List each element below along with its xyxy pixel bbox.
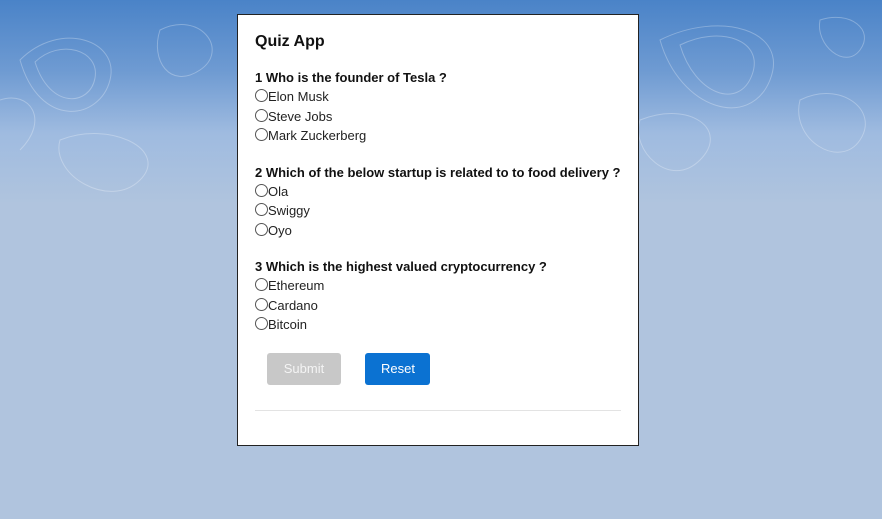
option-label: Ola bbox=[268, 183, 289, 199]
option-bitcoin[interactable]: Bitcoin bbox=[255, 315, 621, 335]
option-label: Cardano bbox=[268, 297, 318, 313]
radio-button[interactable] bbox=[255, 89, 268, 103]
radio-button[interactable] bbox=[255, 183, 268, 197]
option-ethereum[interactable]: Ethereum bbox=[255, 276, 621, 296]
option-steve-jobs[interactable]: Steve Jobs bbox=[255, 107, 621, 127]
radio-button[interactable] bbox=[255, 297, 268, 311]
radio-button[interactable] bbox=[255, 278, 268, 292]
page-title: Quiz App bbox=[255, 33, 325, 50]
divider bbox=[255, 410, 621, 411]
option-mark-zuckerberg[interactable]: Mark Zuckerberg bbox=[255, 126, 621, 146]
option-swiggy[interactable]: Swiggy bbox=[255, 201, 621, 221]
question-1: 1 Who is the founder of Tesla ? Elon Mus… bbox=[255, 69, 621, 146]
question-text: 2 Which of the below startup is related … bbox=[255, 164, 621, 180]
radio-button[interactable] bbox=[255, 108, 268, 122]
option-label: Elon Musk bbox=[268, 89, 329, 105]
option-ola[interactable]: Ola bbox=[255, 182, 621, 202]
reset-button[interactable]: Reset bbox=[365, 352, 430, 385]
option-elon-musk[interactable]: Elon Musk bbox=[255, 87, 621, 107]
action-bar: Submit Reset bbox=[255, 352, 621, 385]
option-label: Ethereum bbox=[268, 278, 325, 294]
radio-button[interactable] bbox=[255, 128, 268, 142]
question-text: 1 Who is the founder of Tesla ? bbox=[255, 70, 447, 85]
submit-button[interactable]: Submit bbox=[267, 352, 341, 385]
option-oyo[interactable]: Oyo bbox=[255, 221, 621, 241]
option-label: Swiggy bbox=[268, 203, 310, 219]
question-text: 3 Which is the highest valued cryptocurr… bbox=[255, 259, 547, 274]
question-3: 3 Which is the highest valued cryptocurr… bbox=[255, 258, 621, 335]
option-label: Mark Zuckerberg bbox=[268, 128, 367, 144]
radio-button[interactable] bbox=[255, 317, 268, 331]
option-label: Oyo bbox=[268, 222, 292, 238]
option-cardano[interactable]: Cardano bbox=[255, 296, 621, 316]
radio-button[interactable] bbox=[255, 222, 268, 236]
question-2: 2 Which of the below startup is related … bbox=[255, 164, 621, 241]
radio-button[interactable] bbox=[255, 203, 268, 217]
quiz-card: Quiz App 1 Who is the founder of Tesla ?… bbox=[237, 14, 639, 446]
option-label: Bitcoin bbox=[268, 317, 308, 333]
option-label: Steve Jobs bbox=[268, 108, 333, 124]
